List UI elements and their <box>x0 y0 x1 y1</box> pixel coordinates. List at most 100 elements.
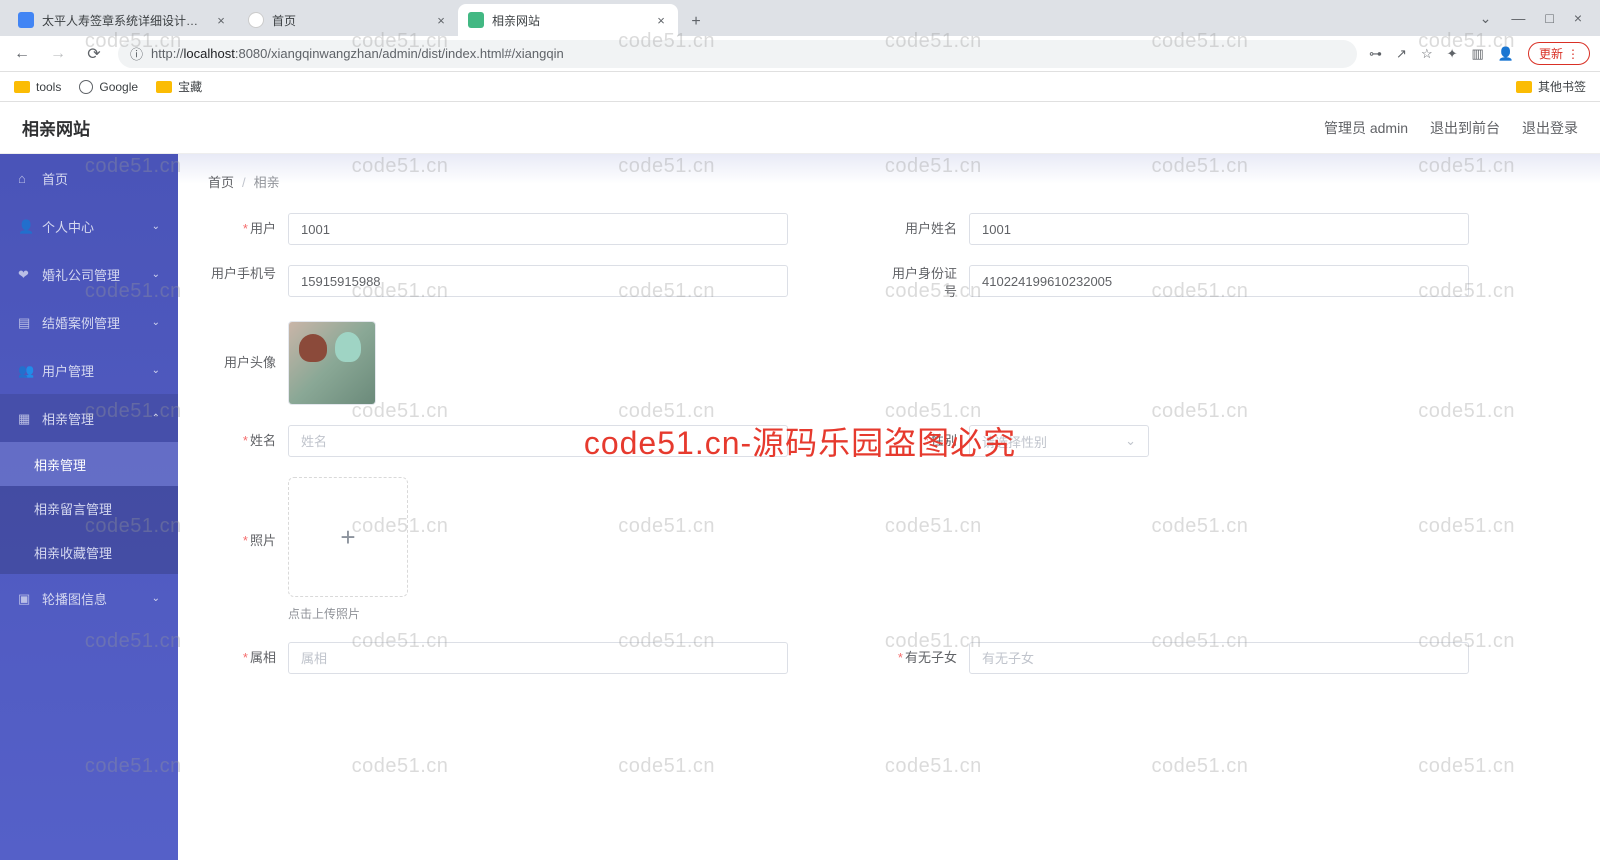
folder-icon <box>1516 81 1532 93</box>
form: *用户 用户姓名 用户手机号 用户身份证号 <box>208 213 1570 674</box>
grid-icon: ▦ <box>18 411 32 425</box>
close-window-icon[interactable]: × <box>1574 10 1582 26</box>
chevron-down-icon: ⌄ <box>152 269 160 280</box>
label-zodiac: *属相 <box>208 642 288 674</box>
label-gender: *性别 <box>889 425 969 457</box>
sidebar-sub-matchmaking[interactable]: 相亲管理 <box>0 442 178 486</box>
globe-icon <box>79 80 93 94</box>
extensions-icon[interactable]: ✦ <box>1447 46 1458 62</box>
sidebar-sub-favorites[interactable]: 相亲收藏管理 <box>0 530 178 574</box>
close-icon[interactable]: × <box>214 13 228 27</box>
tab-title: 太平人寿签章系统详细设计文档 <box>42 12 206 29</box>
home-icon: ⌂ <box>18 171 32 185</box>
chevron-down-icon: ⌄ <box>152 317 160 328</box>
content: 首页/相亲 *用户 用户姓名 用户手机号 用户身份证号 <box>178 154 1600 860</box>
address-bar[interactable]: ⓘ http://localhost:8080/xiangqinwangzhan… <box>118 40 1357 68</box>
url-text: http://localhost:8080/xiangqinwangzhan/a… <box>151 46 564 61</box>
toolbar-right: ⊶ ↗ ☆ ✦ ▥ 👤 更新 ⋮ <box>1369 42 1590 65</box>
tab-1[interactable]: 首页 × <box>238 4 458 36</box>
tab-2[interactable]: 相亲网站 × <box>458 4 678 36</box>
children-input[interactable] <box>969 642 1469 674</box>
reload-icon[interactable]: ⟳ <box>82 42 106 66</box>
heart-icon: ❤ <box>18 267 32 281</box>
vue-icon <box>468 12 484 28</box>
globe-icon <box>248 12 264 28</box>
forward-icon: → <box>46 42 70 66</box>
sidebar-item-home[interactable]: ⌂首页 <box>0 154 178 202</box>
sidebar-item-matchmaking[interactable]: ▦相亲管理⌃ <box>0 394 178 442</box>
user-icon: 👤 <box>18 219 32 233</box>
window-controls: ⌄ — □ × <box>1462 0 1600 36</box>
label-photo: *照片 <box>208 477 288 557</box>
sidebar-sub-messages[interactable]: 相亲留言管理 <box>0 486 178 530</box>
label-user: *用户 <box>208 213 288 245</box>
close-icon[interactable]: × <box>434 13 448 27</box>
tab-0[interactable]: 太平人寿签章系统详细设计文档 × <box>8 4 238 36</box>
other-bookmarks[interactable]: 其他书签 <box>1516 78 1586 95</box>
breadcrumb-current: 相亲 <box>254 175 280 190</box>
bookmark-tools[interactable]: tools <box>14 80 61 94</box>
chevron-down-icon: ⌄ <box>1125 433 1136 449</box>
favicon-icon <box>18 12 34 28</box>
chevron-down-icon[interactable]: ⌄ <box>1480 10 1492 27</box>
bookmark-treasure[interactable]: 宝藏 <box>156 78 202 95</box>
label-name: *姓名 <box>208 425 288 457</box>
sidebar: ⌂首页 👤个人中心⌄ ❤婚礼公司管理⌄ ▤结婚案例管理⌄ 👥用户管理⌄ ▦相亲管… <box>0 154 178 860</box>
label-phone: 用户手机号 <box>208 265 288 283</box>
sidebar-item-carousel[interactable]: ▣轮播图信息⌄ <box>0 574 178 622</box>
update-button[interactable]: 更新 ⋮ <box>1528 42 1590 65</box>
plus-icon: + <box>340 522 355 553</box>
user-role[interactable]: 管理员 admin <box>1324 118 1408 138</box>
sidebar-item-wedding-cases[interactable]: ▤结婚案例管理⌄ <box>0 298 178 346</box>
breadcrumb-home[interactable]: 首页 <box>208 175 234 190</box>
label-avatar: 用户头像 <box>208 347 288 379</box>
chevron-down-icon: ⌄ <box>152 593 160 604</box>
info-icon: ⓘ <box>130 44 143 63</box>
browser-toolbar: ← → ⟳ ⓘ http://localhost:8080/xiangqinwa… <box>0 36 1600 72</box>
share-icon[interactable]: ↗ <box>1396 46 1407 62</box>
minimize-icon[interactable]: — <box>1511 10 1525 26</box>
avatar-image <box>289 322 375 404</box>
layers-icon: ▤ <box>18 315 32 329</box>
panel-icon[interactable]: ▥ <box>1472 46 1484 62</box>
breadcrumb: 首页/相亲 <box>208 172 1570 191</box>
photo-upload[interactable]: + <box>288 477 408 597</box>
user-input[interactable] <box>288 213 788 245</box>
page-title: 相亲网站 <box>22 115 90 140</box>
zodiac-input[interactable] <box>288 642 788 674</box>
app-header: 相亲网站 管理员 admin 退出到前台 退出登录 <box>0 102 1600 154</box>
upload-hint: 点击上传照片 <box>288 605 408 622</box>
tab-title: 首页 <box>272 12 426 29</box>
image-icon: ▣ <box>18 591 32 605</box>
name-input[interactable] <box>288 425 788 457</box>
chevron-down-icon: ⌄ <box>152 221 160 232</box>
back-icon[interactable]: ← <box>10 42 34 66</box>
label-idcard: 用户身份证号 <box>889 265 969 301</box>
exit-front-button[interactable]: 退出到前台 <box>1430 118 1500 138</box>
profile-icon[interactable]: 👤 <box>1498 46 1514 62</box>
label-children: *有无子女 <box>889 642 969 674</box>
logout-button[interactable]: 退出登录 <box>1522 118 1578 138</box>
folder-icon <box>14 81 30 93</box>
chevron-up-icon: ⌃ <box>152 413 160 424</box>
sidebar-item-users[interactable]: 👥用户管理⌄ <box>0 346 178 394</box>
user-name-input[interactable] <box>969 213 1469 245</box>
label-user-name: 用户姓名 <box>889 213 969 245</box>
maximize-icon[interactable]: □ <box>1545 10 1553 26</box>
phone-input[interactable] <box>288 265 788 297</box>
star-icon[interactable]: ☆ <box>1421 46 1433 62</box>
bookmarks-bar: tools Google 宝藏 其他书签 <box>0 72 1600 102</box>
key-icon[interactable]: ⊶ <box>1369 46 1382 62</box>
bookmark-google[interactable]: Google <box>79 80 138 94</box>
gender-select[interactable]: 请选择性别⌄ <box>969 425 1149 457</box>
sidebar-item-profile[interactable]: 👤个人中心⌄ <box>0 202 178 250</box>
close-icon[interactable]: × <box>654 13 668 27</box>
header-actions: 管理员 admin 退出到前台 退出登录 <box>1324 118 1578 138</box>
new-tab-button[interactable]: + <box>682 8 710 36</box>
avatar-upload[interactable] <box>288 321 376 405</box>
tab-title: 相亲网站 <box>492 12 646 29</box>
chevron-down-icon: ⌄ <box>152 365 160 376</box>
idcard-input[interactable] <box>969 265 1469 297</box>
browser-tabs: 太平人寿签章系统详细设计文档 × 首页 × 相亲网站 × + ⌄ — □ × <box>0 0 1600 36</box>
sidebar-item-wedding-company[interactable]: ❤婚礼公司管理⌄ <box>0 250 178 298</box>
